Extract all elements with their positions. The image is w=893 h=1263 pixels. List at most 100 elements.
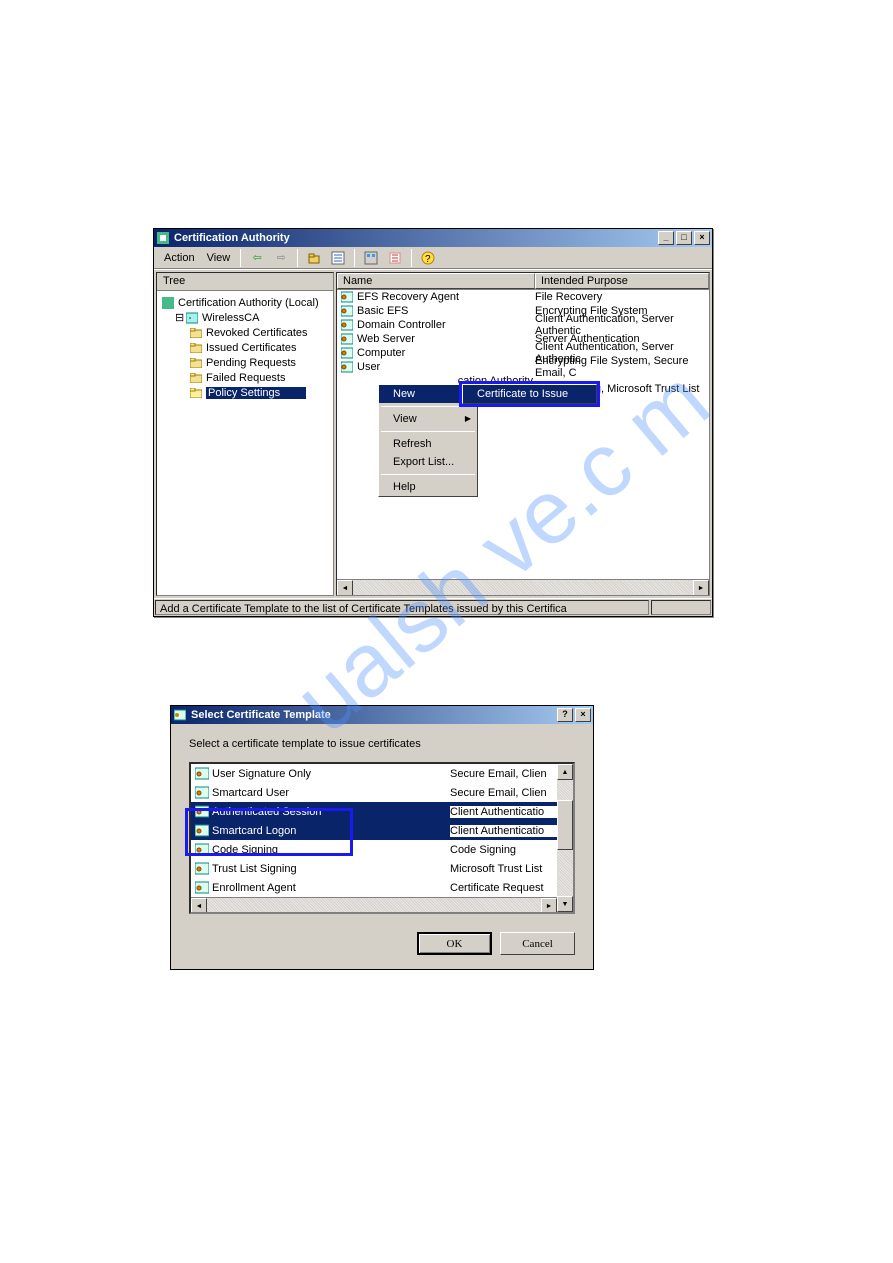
tree-node-pending[interactable]: Pending Requests — [161, 355, 329, 370]
server-icon — [185, 312, 199, 324]
submenu-certificate-to-issue[interactable]: Certificate to Issue — [463, 385, 596, 403]
dialog-title: Select Certificate Template — [191, 709, 331, 721]
dialog-titlebar: Select Certificate Template ? × — [171, 706, 593, 724]
submenu-highlight: Certificate to Issue — [459, 381, 600, 407]
tree-node-label: Policy Settings — [206, 387, 306, 399]
folder-icon — [189, 327, 203, 339]
tree-root[interactable]: Certification Authority (Local) — [161, 295, 329, 310]
list-cell-name: User — [357, 361, 380, 373]
cert-icon — [195, 882, 209, 894]
scroll-track[interactable] — [557, 780, 573, 896]
dialog-prompt: Select a certificate template to issue c… — [189, 738, 575, 750]
expand-icon[interactable]: ⊟ — [175, 311, 185, 324]
cancel-button[interactable]: Cancel — [500, 932, 575, 955]
tree-node-issued[interactable]: Issued Certificates — [161, 340, 329, 355]
template-row[interactable]: Trust List Signing Microsoft Trust List — [191, 859, 557, 878]
vertical-scrollbar[interactable]: ▲ ▼ — [557, 764, 573, 912]
template-purpose: Certificate Request — [450, 882, 557, 894]
scroll-right-icon[interactable]: ► — [541, 898, 557, 912]
menu-separator — [381, 474, 475, 475]
app-icon — [156, 231, 170, 245]
scroll-left-icon[interactable]: ◄ — [191, 898, 207, 912]
scroll-up-icon[interactable]: ▲ — [557, 764, 573, 780]
tree-node-revoked[interactable]: Revoked Certificates — [161, 325, 329, 340]
list-cell-purpose: File Recovery — [535, 291, 709, 303]
folder-icon — [189, 342, 203, 354]
template-row[interactable]: User Signature Only Secure Email, Clien — [191, 764, 557, 783]
context-menu-help[interactable]: Help — [379, 478, 477, 496]
template-purpose: Client Authenticatio — [450, 806, 557, 818]
tree-ca-label: WirelessCA — [202, 312, 259, 324]
scroll-left-icon[interactable]: ◄ — [337, 580, 353, 596]
template-name: Trust List Signing — [212, 863, 297, 875]
template-name: Smartcard Logon — [212, 825, 296, 837]
back-button[interactable]: ⇦ — [246, 248, 268, 268]
forward-button[interactable]: ⇨ — [270, 248, 292, 268]
list-row[interactable]: EFS Recovery Agent File Recovery — [337, 290, 709, 304]
list-row[interactable]: User Encrypting File System, Secure Emai… — [337, 360, 709, 374]
menu-view[interactable]: View — [201, 250, 237, 266]
menu-action[interactable]: Action — [158, 250, 201, 266]
template-row-selected[interactable]: Authenticated Session Client Authenticat… — [191, 802, 557, 821]
template-purpose: Code Signing — [450, 844, 557, 856]
col-name[interactable]: Name — [337, 273, 535, 289]
close-button[interactable]: × — [694, 231, 710, 245]
context-menu-view[interactable]: View ▶ — [379, 410, 477, 428]
tree-ca[interactable]: ⊟ WirelessCA — [161, 310, 329, 325]
svg-text:?: ? — [425, 254, 431, 265]
template-purpose: Secure Email, Clien — [450, 768, 557, 780]
template-row[interactable]: Smartcard User Secure Email, Clien — [191, 783, 557, 802]
horizontal-scrollbar[interactable]: ◄ ► — [191, 897, 557, 912]
template-row[interactable]: Code Signing Code Signing — [191, 840, 557, 859]
properties-button[interactable] — [327, 248, 349, 268]
tree-node-failed[interactable]: Failed Requests — [161, 370, 329, 385]
cert-icon — [340, 319, 354, 331]
help-button[interactable]: ? — [417, 248, 439, 268]
cert-icon — [340, 347, 354, 359]
scroll-thumb[interactable] — [557, 800, 573, 850]
cert-icon — [195, 825, 209, 837]
close-button[interactable]: × — [575, 708, 591, 722]
minimize-button[interactable]: _ — [658, 231, 674, 245]
export-button[interactable] — [384, 248, 406, 268]
template-name: User Signature Only — [212, 768, 311, 780]
scroll-down-icon[interactable]: ▼ — [557, 896, 573, 912]
col-purpose[interactable]: Intended Purpose — [535, 273, 709, 289]
tree-tab[interactable]: Tree — [157, 273, 333, 291]
horizontal-scrollbar[interactable]: ◄ ► — [337, 579, 709, 595]
template-name: Authenticated Session — [212, 806, 321, 818]
cert-icon — [195, 863, 209, 875]
list-cell-name: Web Server — [357, 333, 415, 345]
scroll-right-icon[interactable]: ► — [693, 580, 709, 596]
status-text: Add a Certificate Template to the list o… — [155, 600, 649, 615]
template-row[interactable]: Enrollment Agent Certificate Request — [191, 878, 557, 897]
template-row-selected[interactable]: Smartcard Logon Client Authenticatio — [191, 821, 557, 840]
folder-icon — [189, 372, 203, 384]
ca-icon — [161, 297, 175, 309]
tree-node-label: Revoked Certificates — [206, 327, 308, 339]
list-cell-name: EFS Recovery Agent — [357, 291, 459, 303]
chevron-right-icon: ▶ — [465, 414, 471, 423]
template-name: Code Signing — [212, 844, 278, 856]
list-row[interactable]: Domain Controller Client Authentication,… — [337, 318, 709, 332]
scroll-track[interactable] — [207, 898, 541, 912]
template-list[interactable]: User Signature Only Secure Email, Clien … — [189, 762, 575, 914]
menu-separator — [381, 431, 475, 432]
maximize-button[interactable]: □ — [676, 231, 692, 245]
scroll-track[interactable] — [353, 580, 693, 595]
ok-button[interactable]: OK — [417, 932, 492, 955]
context-menu-export[interactable]: Export List... — [379, 453, 477, 471]
refresh-button[interactable] — [360, 248, 382, 268]
cert-icon — [195, 787, 209, 799]
cert-icon — [340, 291, 354, 303]
tree-root-label: Certification Authority (Local) — [178, 297, 319, 309]
tree-node-label: Pending Requests — [206, 357, 296, 369]
folder-icon — [189, 357, 203, 369]
tree-node-policy[interactable]: Policy Settings — [161, 385, 329, 400]
window-title: Certification Authority — [174, 232, 290, 244]
context-menu-refresh[interactable]: Refresh — [379, 435, 477, 453]
dialog: Select Certificate Template ? × Select a… — [170, 705, 594, 970]
help-button[interactable]: ? — [557, 708, 573, 722]
list-header: Name Intended Purpose — [337, 273, 709, 290]
up-button[interactable] — [303, 248, 325, 268]
